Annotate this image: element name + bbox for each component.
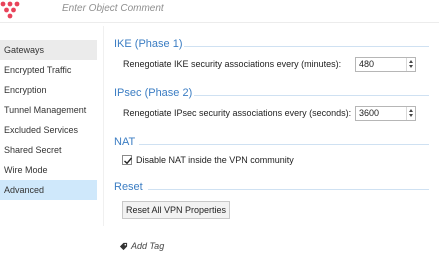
section-title-nat: NAT bbox=[114, 136, 136, 148]
decrement-arrow-icon[interactable] bbox=[407, 64, 415, 70]
sidebar-item-tunnel-management[interactable]: Tunnel Management bbox=[0, 100, 97, 120]
sidebar-item-advanced[interactable]: Advanced bbox=[0, 180, 97, 200]
sidebar-nav: Gateways Encrypted Traffic Encryption Tu… bbox=[0, 40, 97, 200]
object-comment-field[interactable]: Enter Object Comment bbox=[62, 3, 164, 14]
check-icon bbox=[124, 157, 133, 165]
section-rule-reset bbox=[148, 189, 429, 190]
spinner-buttons bbox=[406, 107, 415, 120]
vpn-community-properties: Enter Object Comment Gateways Encrypted … bbox=[0, 0, 439, 269]
ipsec-renegotiate-label: Renegotiate IPsec security associations … bbox=[123, 108, 352, 118]
sidebar-divider bbox=[103, 26, 104, 226]
ike-renegotiate-label: Renegotiate IKE security associations ev… bbox=[123, 59, 342, 69]
checkpoint-logo-icon bbox=[0, 1, 20, 19]
section-title-ipsec: IPsec (Phase 2) bbox=[114, 87, 193, 99]
sidebar-item-encrypted-traffic[interactable]: Encrypted Traffic bbox=[0, 60, 97, 80]
section-title-ike: IKE (Phase 1) bbox=[114, 38, 183, 50]
sidebar-item-excluded-services[interactable]: Excluded Services bbox=[0, 120, 97, 140]
section-title-reset: Reset bbox=[114, 181, 143, 193]
sidebar-item-gateways[interactable]: Gateways bbox=[0, 40, 97, 60]
disable-nat-checkbox[interactable] bbox=[122, 155, 133, 165]
reset-vpn-properties-button[interactable]: Reset All VPN Properties bbox=[122, 201, 230, 219]
add-tag-label[interactable]: Add Tag bbox=[131, 241, 164, 251]
sidebar-item-encryption[interactable]: Encryption bbox=[0, 80, 97, 100]
section-rule-ipsec bbox=[194, 95, 429, 96]
ike-minutes-value[interactable]: 480 bbox=[359, 58, 374, 71]
ike-minutes-spinner[interactable]: 480 bbox=[355, 57, 416, 72]
decrement-arrow-icon[interactable] bbox=[407, 113, 415, 119]
tag-icon bbox=[119, 242, 128, 251]
disable-nat-label[interactable]: Disable NAT inside the VPN community bbox=[136, 155, 294, 165]
spinner-buttons bbox=[406, 58, 415, 71]
ipsec-seconds-spinner[interactable]: 3600 bbox=[355, 106, 416, 121]
section-rule-nat bbox=[139, 144, 429, 145]
ipsec-seconds-value[interactable]: 3600 bbox=[359, 107, 379, 120]
section-rule-ike bbox=[184, 46, 429, 47]
sidebar-item-shared-secret[interactable]: Shared Secret bbox=[0, 140, 97, 160]
header-divider bbox=[0, 22, 439, 23]
sidebar-item-wire-mode[interactable]: Wire Mode bbox=[0, 160, 97, 180]
